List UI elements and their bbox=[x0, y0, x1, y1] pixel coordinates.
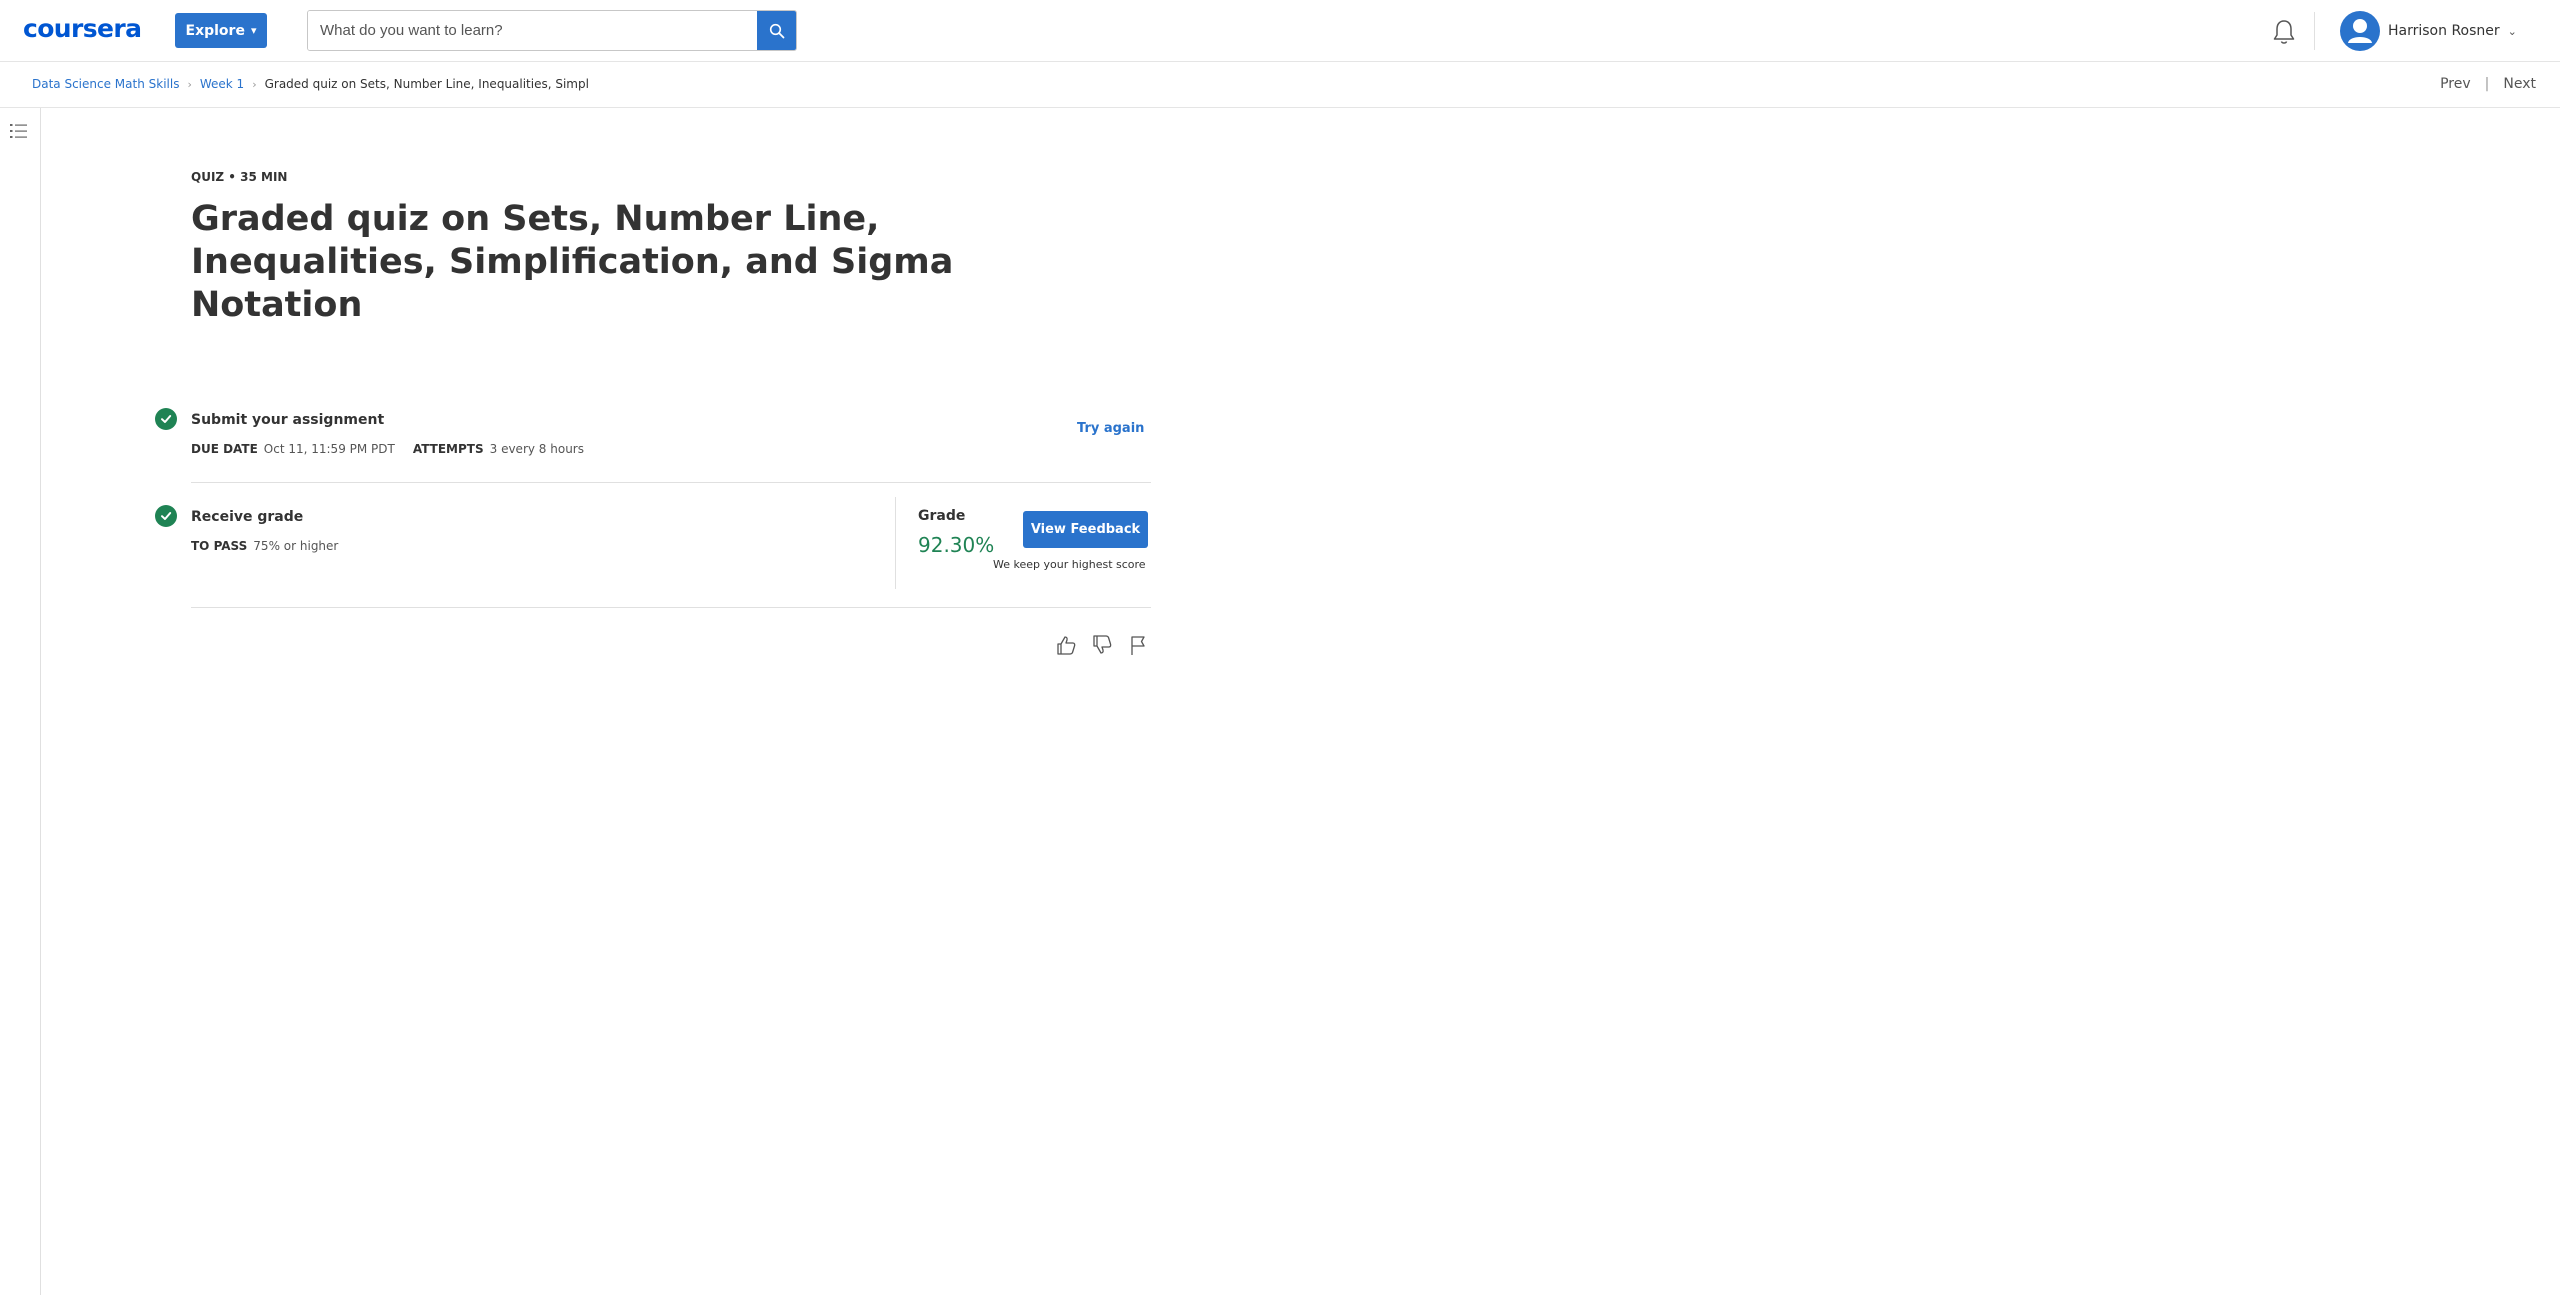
completed-check-icon bbox=[155, 408, 177, 430]
breadcrumb-bar: Data Science Math Skills › Week 1 › Grad… bbox=[0, 62, 2560, 108]
breadcrumb-course[interactable]: Data Science Math Skills bbox=[32, 77, 179, 91]
grade-label: Grade bbox=[918, 508, 966, 524]
chevron-down-icon: ▾ bbox=[250, 24, 257, 37]
page-title: Graded quiz on Sets, Number Line, Inequa… bbox=[191, 199, 954, 325]
course-outline-rail bbox=[0, 108, 41, 1295]
bell-icon bbox=[2273, 20, 2295, 44]
explore-button[interactable]: Explore ▾ bbox=[175, 13, 267, 48]
completed-check-icon bbox=[155, 505, 177, 527]
highest-score-note: We keep your highest score bbox=[993, 558, 1146, 571]
grade-divider bbox=[895, 497, 896, 589]
submit-meta: DUE DATE Oct 11, 11:59 PM PDT ATTEMPTS 3… bbox=[191, 442, 584, 456]
search-bar bbox=[307, 10, 797, 51]
top-header: coursera Explore ▾ Harrison Rosner ⌄ bbox=[0, 0, 2560, 62]
grade-value: 92.30% bbox=[918, 533, 995, 557]
search-icon bbox=[769, 23, 784, 38]
chevron-right-icon: › bbox=[187, 77, 192, 91]
nav-separator: | bbox=[2484, 76, 2490, 92]
list-icon bbox=[10, 124, 27, 138]
coursera-logo[interactable]: coursera bbox=[23, 14, 142, 43]
breadcrumb: Data Science Math Skills › Week 1 › Grad… bbox=[32, 77, 589, 91]
due-date-value: Oct 11, 11:59 PM PDT bbox=[263, 442, 395, 456]
to-pass-label: TO PASS bbox=[191, 539, 248, 553]
search-input[interactable] bbox=[308, 11, 757, 50]
user-name: Harrison Rosner bbox=[2388, 23, 2500, 39]
explore-label: Explore bbox=[185, 22, 245, 39]
due-date-label: DUE DATE bbox=[191, 442, 258, 456]
toggle-outline-button[interactable] bbox=[9, 122, 29, 140]
notifications-button[interactable] bbox=[2271, 18, 2297, 46]
chevron-right-icon: › bbox=[252, 77, 257, 91]
breadcrumb-week[interactable]: Week 1 bbox=[200, 77, 244, 91]
avatar bbox=[2340, 11, 2380, 51]
view-feedback-button[interactable]: View Feedback bbox=[1023, 511, 1148, 548]
pass-requirement: TO PASS 75% or higher bbox=[191, 539, 338, 553]
attempts-label: ATTEMPTS bbox=[412, 442, 484, 456]
flag-icon[interactable] bbox=[1127, 634, 1149, 656]
receive-grade-title: Receive grade bbox=[191, 509, 304, 525]
chevron-down-icon: ⌄ bbox=[2507, 24, 2517, 38]
thumbs-up-icon[interactable] bbox=[1055, 634, 1077, 656]
divider bbox=[191, 482, 1151, 483]
try-again-link[interactable]: Try again bbox=[1077, 421, 1144, 436]
next-link[interactable]: Next bbox=[2503, 76, 2536, 92]
quiz-meta: QUIZ • 35 MIN bbox=[191, 170, 288, 184]
attempts-value: 3 every 8 hours bbox=[489, 442, 584, 456]
submit-title: Submit your assignment bbox=[191, 412, 385, 428]
feedback-actions bbox=[1055, 634, 1149, 656]
header-divider bbox=[2314, 12, 2315, 50]
prev-next-nav: Prev | Next bbox=[2440, 76, 2536, 92]
breadcrumb-current: Graded quiz on Sets, Number Line, Inequa… bbox=[264, 77, 589, 91]
search-button[interactable] bbox=[757, 11, 796, 50]
avatar-icon bbox=[2348, 19, 2372, 43]
to-pass-value: 75% or higher bbox=[253, 539, 339, 553]
divider bbox=[191, 607, 1151, 608]
prev-link[interactable]: Prev bbox=[2440, 76, 2471, 92]
user-menu[interactable]: Harrison Rosner ⌄ bbox=[2340, 10, 2517, 52]
thumbs-down-icon[interactable] bbox=[1091, 634, 1113, 656]
